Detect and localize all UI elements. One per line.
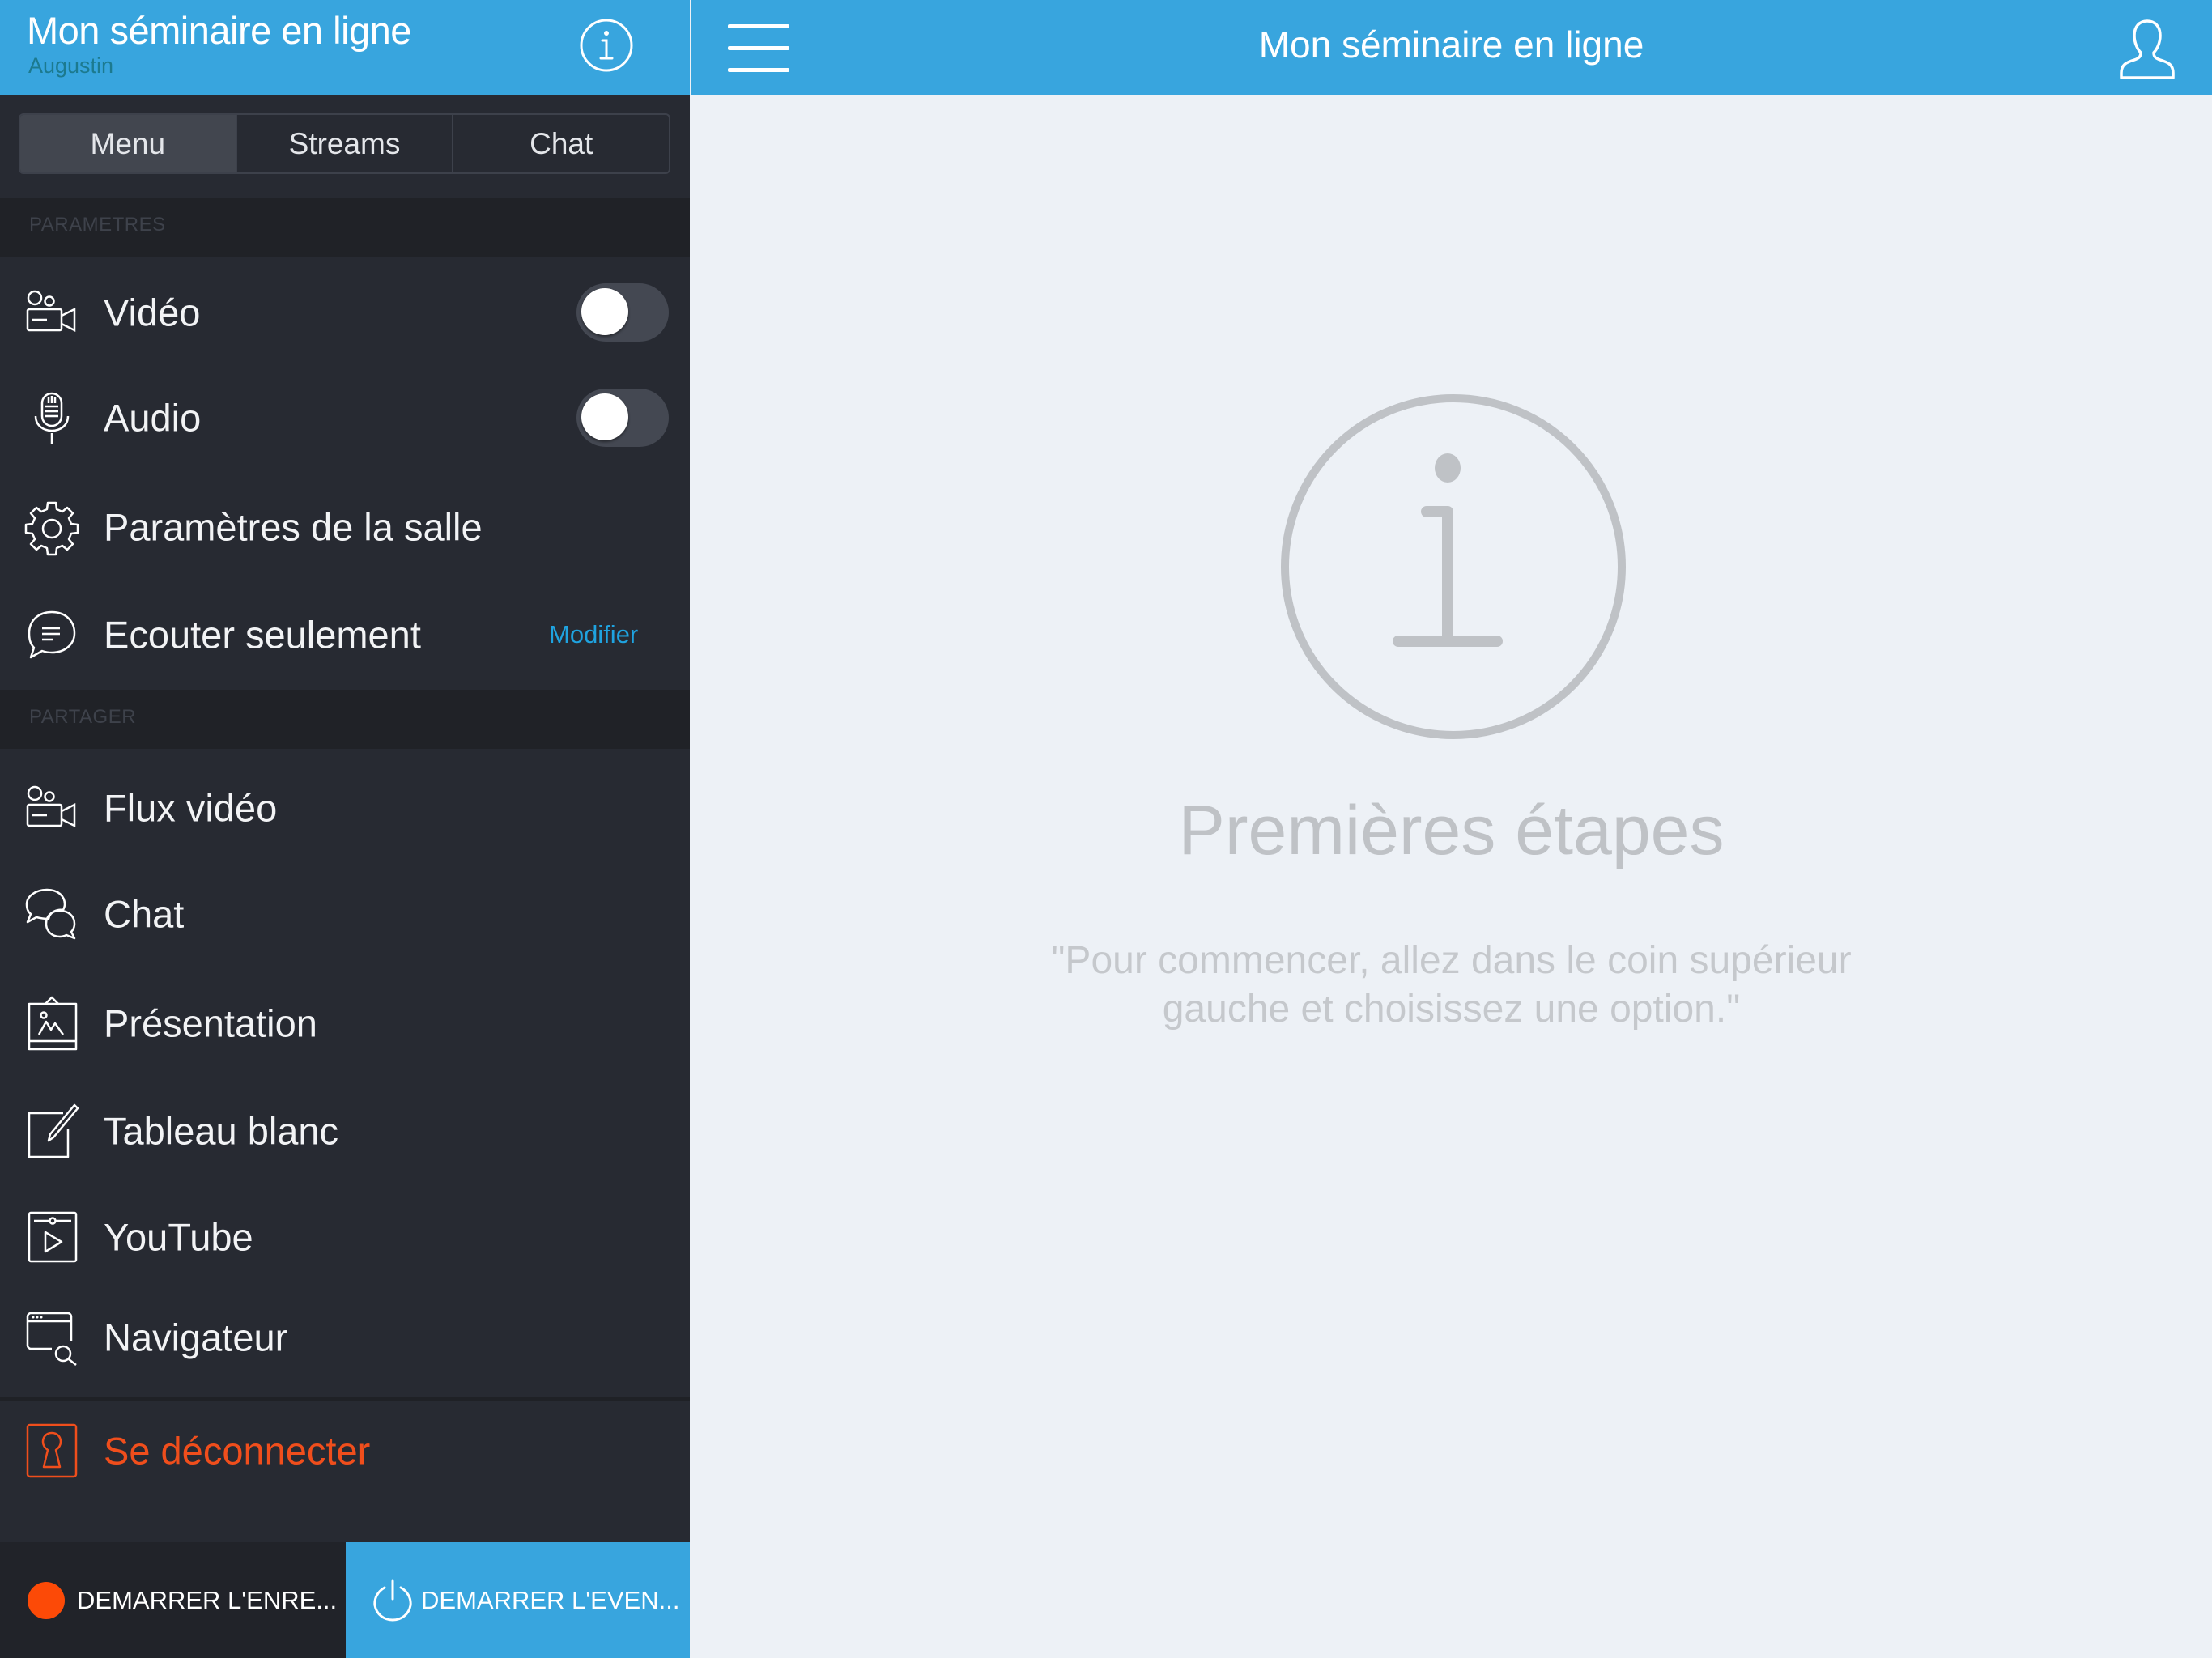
info-circle-icon: [1281, 394, 1626, 739]
start-recording-label: DEMARRER L'ENRE...: [77, 1585, 338, 1614]
sidebar-header: Mon séminaire en ligne Augustin: [0, 0, 690, 95]
section-title-settings: PARAMETRES: [29, 214, 166, 236]
start-event-label: DEMARRER L'EVEN...: [421, 1585, 680, 1614]
tab-chat[interactable]: Chat: [452, 115, 669, 172]
gear-icon: [24, 501, 79, 556]
section-header-settings: PARAMETRES: [0, 198, 690, 257]
sidebar-item-label: Ecouter seulement: [104, 613, 421, 657]
sidebar-item-label: Présentation: [104, 1001, 317, 1045]
sidebar-item-label: Flux vidéo: [104, 786, 278, 830]
toggle-knob: [581, 393, 628, 440]
sidebar-item-listen-only[interactable]: Ecouter seulement Modifier: [0, 586, 690, 683]
sidebar-item-label: Tableau blanc: [104, 1109, 339, 1153]
empty-state-title: Premières étapes: [1178, 792, 1725, 869]
record-dot-icon: [28, 1581, 65, 1619]
video-camera-icon: [26, 785, 76, 828]
main-header: Mon séminaire en ligne: [691, 0, 2212, 95]
sidebar-item-presentation[interactable]: Présentation: [0, 975, 690, 1072]
sidebar-item-whiteboard[interactable]: Tableau blanc: [0, 1082, 690, 1180]
divider: [0, 1397, 690, 1401]
logout-label: Se déconnecter: [104, 1429, 371, 1473]
empty-state: Premières étapes "Pour commencer, allez …: [691, 95, 2212, 1658]
sidebar-item-audio[interactable]: Audio: [0, 369, 690, 466]
bottom-action-bar: DEMARRER L'ENRE... DEMARRER L'EVEN...: [0, 1542, 690, 1658]
modify-link[interactable]: Modifier: [549, 620, 638, 649]
sidebar-item-chat[interactable]: Chat: [0, 865, 690, 963]
sidebar-item-label: Vidéo: [104, 291, 201, 334]
tab-menu[interactable]: Menu: [20, 115, 236, 172]
sidebar-item-video[interactable]: Vidéo: [0, 264, 690, 361]
speech-bubble-icon: [28, 610, 76, 659]
user-name: Augustin: [28, 53, 114, 78]
toggle-knob: [581, 288, 628, 335]
logout-button[interactable]: Se déconnecter: [0, 1402, 690, 1499]
sidebar-item-youtube[interactable]: YouTube: [0, 1188, 690, 1286]
browser-search-icon: [26, 1312, 77, 1366]
presentation-icon: [28, 996, 78, 1051]
page-title: Mon séminaire en ligne: [1258, 23, 1644, 66]
sidebar-title: Mon séminaire en ligne: [27, 9, 411, 52]
tab-streams[interactable]: Streams: [235, 115, 453, 172]
section-title-share: PARTAGER: [29, 706, 137, 728]
whiteboard-pencil-icon: [28, 1103, 79, 1158]
user-icon[interactable]: [2115, 16, 2180, 81]
video-camera-icon: [26, 290, 76, 333]
video-player-icon: [28, 1211, 78, 1263]
empty-state-line-2: gauche et choisissez une option.": [1162, 988, 1741, 1031]
power-icon: [373, 1579, 412, 1622]
keyhole-icon: [26, 1423, 78, 1478]
microphone-icon: [34, 392, 70, 444]
audio-toggle[interactable]: [576, 389, 669, 447]
sidebar-item-room-settings[interactable]: Paramètres de la salle: [0, 478, 690, 576]
sidebar-item-label: Navigateur: [104, 1316, 288, 1359]
info-circle-icon[interactable]: [579, 18, 634, 73]
sidebar-tabs: Menu Streams Chat: [19, 113, 670, 174]
sidebar-item-label: Paramètres de la salle: [104, 505, 483, 549]
sidebar-item-label: YouTube: [104, 1215, 253, 1259]
sidebar-item-label: Chat: [104, 892, 185, 936]
start-recording-button[interactable]: DEMARRER L'ENRE...: [0, 1542, 346, 1658]
sidebar: Mon séminaire en ligne Augustin Menu Str…: [0, 0, 690, 1658]
start-event-button[interactable]: DEMARRER L'EVEN...: [346, 1542, 690, 1658]
video-toggle[interactable]: [576, 283, 669, 342]
sidebar-item-label: Audio: [104, 396, 202, 440]
chat-bubbles-icon: [25, 888, 76, 940]
sidebar-item-browser[interactable]: Navigateur: [0, 1289, 690, 1386]
sidebar-item-video-stream[interactable]: Flux vidéo: [0, 759, 690, 857]
empty-state-line-1: "Pour commencer, allez dans le coin supé…: [1051, 939, 1852, 982]
empty-state-message: "Pour commencer, allez dans le coin supé…: [691, 937, 2212, 1034]
section-header-share: PARTAGER: [0, 690, 690, 749]
